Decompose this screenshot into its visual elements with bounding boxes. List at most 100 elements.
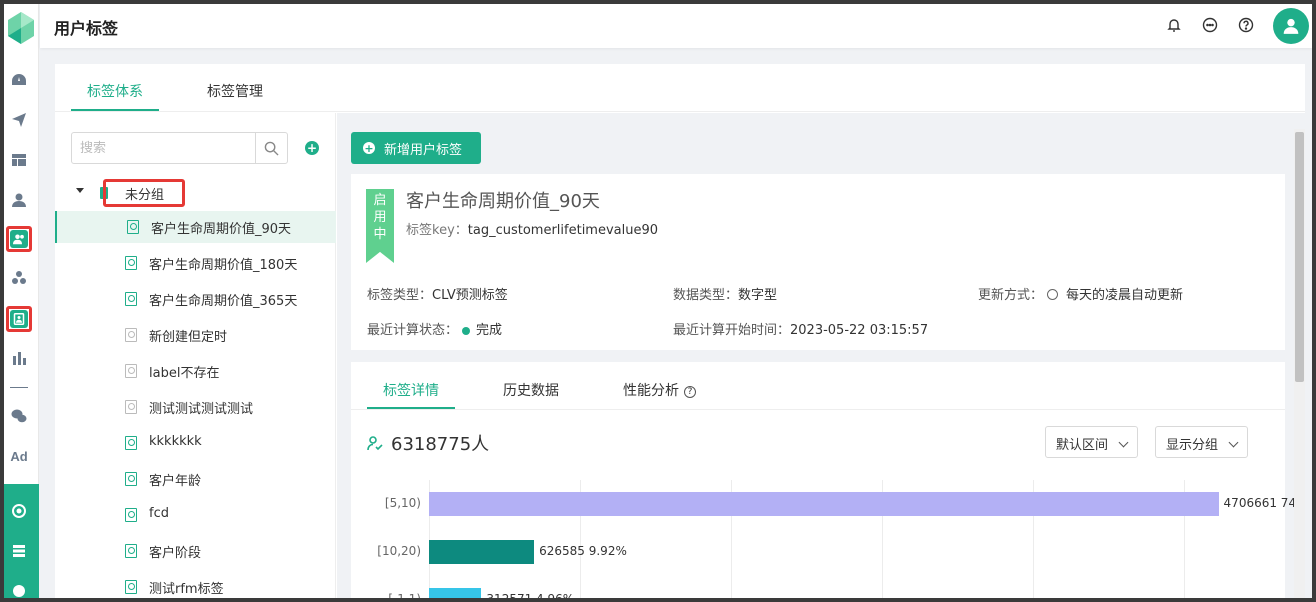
vertical-scrollbar[interactable]	[1294, 129, 1305, 598]
search-input[interactable]	[72, 133, 255, 163]
status-dot-icon	[462, 326, 471, 335]
tag-info-card: 启用中 客户生命周期价值_90天 标签key：tag_customerlifet…	[351, 174, 1285, 350]
caret-down-icon[interactable]	[76, 188, 84, 193]
tag-icon	[125, 328, 137, 342]
tree-item[interactable]: 客户年龄	[55, 463, 336, 495]
calc-status-field: 最近计算状态： 完成	[367, 319, 502, 338]
tree-item[interactable]: 客户生命周期价值_180天	[55, 247, 336, 279]
dashboard-icon[interactable]	[7, 68, 31, 92]
tab-history-data[interactable]: 历史数据	[503, 380, 559, 400]
tree-item[interactable]: 测试rfm标签	[55, 571, 336, 598]
icon-rail: Ad	[4, 4, 39, 598]
tree-item-label: 客户生命周期价值_90天	[151, 222, 292, 237]
server-icon[interactable]	[7, 539, 31, 563]
tab-tag-management[interactable]: 标签管理	[207, 81, 263, 101]
tab-tag-details[interactable]: 标签详情	[383, 380, 439, 400]
update-mode-field: 更新方式： 每天的凌晨自动更新	[978, 284, 1183, 303]
group-dropdown[interactable]: 显示分组	[1155, 426, 1249, 458]
gear-icon[interactable]	[7, 579, 31, 598]
category-label: [5,10)	[384, 496, 421, 510]
tag-detail-area: + 新增用户标签 启用中 客户生命周期价值_90天 标签key：tag_custo…	[337, 113, 1305, 598]
page-title: 用户标签	[54, 19, 119, 38]
tag-icon	[125, 544, 137, 558]
group-dropdown-label: 显示分组	[1166, 438, 1219, 453]
tag-key-label: 标签key：	[406, 223, 468, 238]
cluster-icon[interactable]	[7, 266, 31, 290]
tab-performance[interactable]: 性能分析?	[623, 380, 696, 400]
bar-value-label: 626585 9.92%	[539, 544, 627, 558]
chevron-down-icon	[1228, 437, 1239, 448]
user-group-icon[interactable]	[6, 226, 32, 252]
status-ribbon: 启用中	[366, 189, 394, 263]
avatar[interactable]	[1273, 8, 1309, 44]
tree-item[interactable]: kkkkkkk	[55, 427, 336, 459]
main-panel: 标签体系 标签管理 + 未分组 客户生命周期价值_90天 客户生命周期价值_18…	[55, 64, 1305, 598]
user-count-value: 6318775人	[391, 434, 490, 455]
tree-item[interactable]: 客户生命周期价值_90天	[55, 211, 336, 243]
rail-bottom-bar	[4, 484, 39, 598]
user-tag-icon[interactable]	[6, 306, 32, 332]
message-icon[interactable]	[1200, 15, 1220, 35]
tag-icon	[125, 292, 137, 306]
tree-group[interactable]: 未分组	[55, 179, 336, 207]
bar[interactable]	[429, 588, 482, 598]
ad-icon[interactable]: Ad	[7, 444, 31, 468]
update-mode-label: 更新方式：	[978, 288, 1044, 303]
main-tabs: 标签体系 标签管理	[55, 64, 1305, 112]
layout-icon[interactable]	[7, 148, 31, 172]
range-dropdown-label: 默认区间	[1056, 438, 1109, 453]
tag-icon	[127, 220, 139, 234]
distribution-chart: [5,10) 4706661 74.49% [10,20) 626585 9.92% […	[351, 480, 1305, 598]
tree-item[interactable]: 客户生命周期价值_365天	[55, 283, 336, 315]
app-window: Ad 用户标签 标签体系 标签管理 +	[4, 4, 1312, 598]
user-icon[interactable]	[7, 188, 31, 212]
data-type-label: 数据类型：	[673, 288, 739, 303]
tree-item[interactable]: label不存在	[55, 355, 336, 387]
wechat-icon[interactable]	[7, 404, 31, 428]
tree-item[interactable]: 测试测试测试测试	[55, 391, 336, 423]
send-icon[interactable]	[7, 108, 31, 132]
tree-item[interactable]: fcd	[55, 499, 336, 531]
tag-icon	[125, 400, 137, 414]
bar[interactable]	[429, 540, 535, 564]
tree-item-label: 客户生命周期价值_365天	[149, 294, 298, 309]
tag-type-field: 标签类型：CLV预测标签	[367, 284, 508, 303]
detail-tabs: 标签详情 历史数据 性能分析?	[351, 362, 1285, 410]
help-icon[interactable]	[1236, 15, 1256, 35]
scrollbar-thumb[interactable]	[1295, 132, 1304, 382]
bell-icon[interactable]	[1164, 15, 1184, 35]
clock-icon	[1047, 289, 1059, 300]
tree-item-label: 客户年龄	[149, 474, 202, 489]
search-icon[interactable]	[255, 133, 287, 163]
tree-item-label: fcd	[149, 506, 169, 521]
tree-item[interactable]: 新创建但定时	[55, 319, 336, 351]
tree-item-label: 测试rfm标签	[149, 582, 224, 597]
data-type-field: 数据类型：数字型	[673, 284, 777, 303]
tree-item-label: 测试测试测试测试	[149, 402, 254, 417]
tab-underline	[71, 109, 159, 111]
add-user-tag-button[interactable]: + 新增用户标签	[351, 132, 481, 164]
tree-item[interactable]: 客户阶段	[55, 535, 336, 567]
tag-icon	[125, 508, 137, 522]
category-label: [-1,1)	[351, 592, 421, 598]
tag-tree-pane: + 未分组 客户生命周期价值_90天 客户生命周期价值_180天 客户生命周期价…	[55, 113, 336, 598]
data-type-value: 数字型	[738, 288, 778, 303]
bar-value-label: 312571 4.96%	[486, 592, 574, 598]
range-dropdown[interactable]: 默认区间	[1045, 426, 1139, 458]
add-group-icon[interactable]: +	[305, 141, 319, 155]
tag-icon	[125, 436, 137, 450]
group-label: 未分组	[125, 188, 165, 203]
tag-name: 客户生命周期价值_90天	[406, 191, 600, 212]
user-group-icon-inner	[10, 230, 28, 248]
bar[interactable]	[429, 492, 1219, 516]
logo-icon	[8, 12, 34, 44]
chevron-down-icon	[1118, 437, 1129, 448]
tab-tag-system[interactable]: 标签体系	[87, 81, 143, 101]
question-icon[interactable]: ?	[684, 386, 696, 398]
top-header: 用户标签	[40, 4, 1312, 48]
bar-chart-icon[interactable]	[7, 346, 31, 370]
category-label: [10,20)	[377, 544, 421, 558]
calc-time-field: 最近计算开始时间：2023-05-22 03:15:57	[673, 319, 928, 338]
settings-circle-icon[interactable]	[7, 499, 31, 523]
tree-search	[71, 132, 288, 164]
